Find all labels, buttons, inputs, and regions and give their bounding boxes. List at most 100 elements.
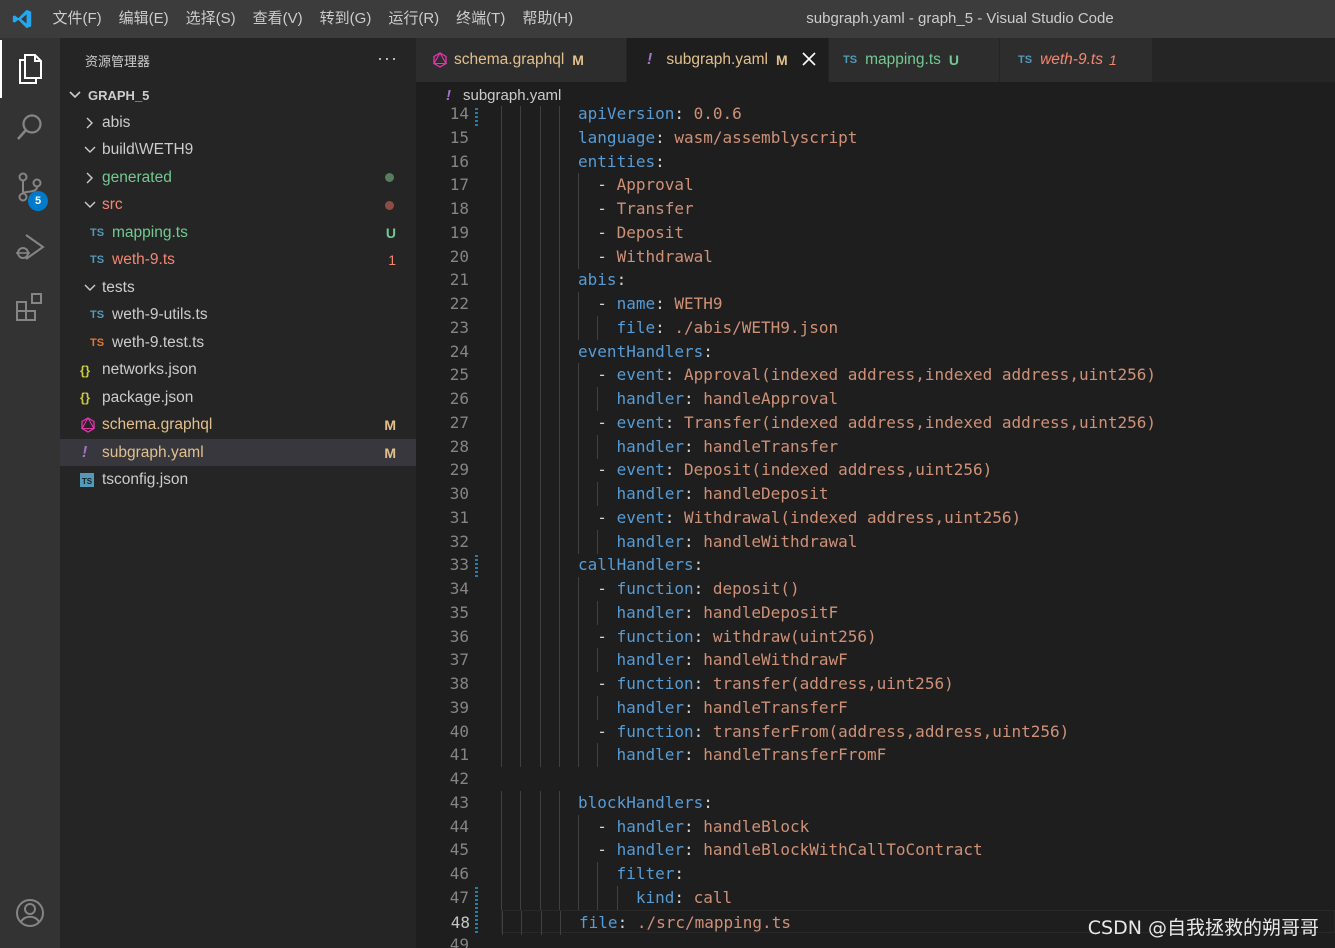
code-token: handler bbox=[616, 436, 684, 456]
code-token: - bbox=[597, 840, 617, 860]
line-number: 47 bbox=[449, 887, 469, 907]
source-control-icon[interactable]: 5 bbox=[0, 158, 60, 216]
breadcrumb[interactable]: ! subgraph.yaml bbox=[416, 82, 1335, 109]
run-debug-icon[interactable] bbox=[0, 218, 60, 276]
tab-schema-graphql[interactable]: schema.graphql M bbox=[416, 38, 627, 82]
tree-item-tsconfig-json[interactable]: TS tsconfig.json bbox=[60, 467, 416, 494]
ts-test-icon: TS bbox=[90, 336, 105, 349]
tree-item-generated[interactable]: generated bbox=[60, 164, 416, 191]
menu-run[interactable]: 运行(R) bbox=[380, 0, 448, 38]
line-number: 33 bbox=[449, 555, 469, 575]
line-number: 39 bbox=[449, 697, 469, 717]
indent-guide bbox=[558, 482, 560, 506]
tree-item-subgraph-yaml[interactable]: ! subgraph.yaml M bbox=[60, 439, 416, 466]
code-text: handler: handleTransferF bbox=[617, 696, 848, 720]
tree-item-src[interactable]: src bbox=[60, 192, 416, 219]
indent-guide bbox=[558, 244, 560, 269]
code-token: call bbox=[693, 887, 733, 907]
close-icon[interactable] bbox=[800, 50, 818, 68]
indent-guide bbox=[520, 600, 522, 625]
tree-item-abis[interactable]: abis bbox=[60, 109, 416, 136]
breadcrumb-file[interactable]: subgraph.yaml bbox=[463, 87, 561, 104]
indent-guide bbox=[520, 106, 522, 126]
indent-guide bbox=[558, 106, 560, 126]
json-icon: {} bbox=[80, 362, 91, 378]
ts-icon: TS bbox=[843, 54, 858, 66]
code-token: : bbox=[683, 745, 704, 765]
indent-guide bbox=[539, 292, 541, 316]
code-text: file: ./src/mapping.ts bbox=[579, 911, 791, 935]
explorer-sidebar: 资源管理器 ··· GRAPH_5 abis build\WETH9 generat… bbox=[60, 38, 416, 948]
tree-item-weth-9-ts[interactable]: TS weth-9.ts 1 bbox=[60, 247, 416, 274]
code-token: handleApproval bbox=[703, 389, 839, 408]
code-line: 29 - event: Deposit(indexed address,uint2… bbox=[416, 458, 1335, 483]
code-token: : bbox=[616, 270, 627, 290]
indent-guide bbox=[501, 197, 502, 221]
code-token: handleWithdrawF bbox=[703, 650, 848, 670]
code-token: handleBlock bbox=[703, 816, 810, 836]
indent-guide bbox=[597, 434, 599, 459]
search-icon[interactable] bbox=[0, 98, 60, 156]
code-text: - Deposit bbox=[597, 221, 684, 245]
indent-guide bbox=[520, 410, 522, 435]
more-actions-icon[interactable]: ··· bbox=[377, 48, 398, 69]
tree-item-networks-json[interactable]: {} networks.json bbox=[60, 357, 416, 384]
indent-guide bbox=[520, 434, 522, 459]
tree-item-tests[interactable]: tests bbox=[60, 274, 416, 301]
line-number: 43 bbox=[449, 792, 469, 812]
menu-go[interactable]: 转到(G) bbox=[311, 0, 380, 38]
tab-weth-9-ts[interactable]: TS weth-9.ts 1 bbox=[1000, 38, 1153, 82]
tsconfig-icon: TS bbox=[80, 472, 94, 490]
tab-mapping-ts[interactable]: TS mapping.ts U bbox=[829, 38, 1000, 82]
code-text: - function: withdraw(uint256) bbox=[597, 625, 876, 649]
indent-guide bbox=[501, 719, 502, 744]
indent-guide bbox=[501, 292, 502, 316]
tree-item-build-weth9[interactable]: build\WETH9 bbox=[60, 137, 416, 164]
tree-item-mapping-ts[interactable]: TS mapping.ts U bbox=[60, 219, 416, 246]
indent-guide bbox=[578, 529, 580, 554]
indent-guide bbox=[501, 577, 502, 601]
code-token: handleTransfer bbox=[703, 436, 839, 456]
indent-guide bbox=[520, 387, 522, 411]
menu-edit[interactable]: 编辑(E) bbox=[110, 0, 177, 38]
ts-icon: TS bbox=[90, 254, 105, 266]
line-number: 22 bbox=[449, 294, 469, 313]
code-text: - name: WETH9 bbox=[597, 292, 722, 316]
menu-view[interactable]: 查看(V) bbox=[244, 0, 311, 38]
code-editor[interactable]: 14 apiVersion: 0.0.6 15 language: wasm/asse… bbox=[416, 106, 1335, 948]
code-token: handler bbox=[616, 484, 684, 503]
code-text: handler: handleWithdrawF bbox=[617, 648, 848, 672]
tree-item-label: build\WETH9 bbox=[102, 141, 194, 158]
indent-guide bbox=[578, 292, 580, 316]
menu-terminal[interactable]: 终端(T) bbox=[448, 0, 514, 38]
indent-guide bbox=[539, 339, 541, 364]
indent-guide bbox=[520, 838, 522, 863]
code-line: 17 - Approval bbox=[416, 173, 1335, 198]
indent-guide bbox=[558, 292, 560, 316]
tree-item-weth-9-test-ts[interactable]: TS weth-9.test.ts bbox=[60, 329, 416, 356]
indent-guide bbox=[520, 695, 522, 720]
account-icon[interactable] bbox=[0, 884, 60, 942]
code-token: event bbox=[616, 412, 665, 432]
tab-subgraph-yaml[interactable]: ! subgraph.yaml M bbox=[627, 38, 829, 82]
indent-guide bbox=[578, 648, 580, 673]
git-status-dot bbox=[385, 173, 394, 182]
tree-item-package-json[interactable]: {} package.json bbox=[60, 384, 416, 411]
explorer-icon[interactable] bbox=[0, 40, 60, 98]
code-token: : bbox=[664, 507, 684, 527]
indent-guide bbox=[616, 885, 618, 910]
menu-help[interactable]: 帮助(H) bbox=[514, 0, 582, 38]
extensions-icon[interactable] bbox=[0, 278, 60, 336]
indent-guide bbox=[578, 600, 580, 625]
indent-guide bbox=[558, 505, 560, 530]
svg-text:TS: TS bbox=[82, 477, 93, 486]
menu-selection[interactable]: 选择(S) bbox=[177, 0, 244, 38]
code-token: kind bbox=[635, 887, 675, 907]
indent-guide bbox=[539, 600, 541, 625]
code-token: handler bbox=[616, 389, 684, 408]
tree-item-weth-9-utils-ts[interactable]: TS weth-9-utils.ts bbox=[60, 302, 416, 329]
menu-file[interactable]: 文件(F) bbox=[44, 0, 110, 38]
workspace-folder-header[interactable]: GRAPH_5 bbox=[60, 82, 416, 108]
tree-item-schema-graphql[interactable]: schema.graphql M bbox=[60, 412, 416, 439]
indent-guide bbox=[539, 577, 541, 601]
